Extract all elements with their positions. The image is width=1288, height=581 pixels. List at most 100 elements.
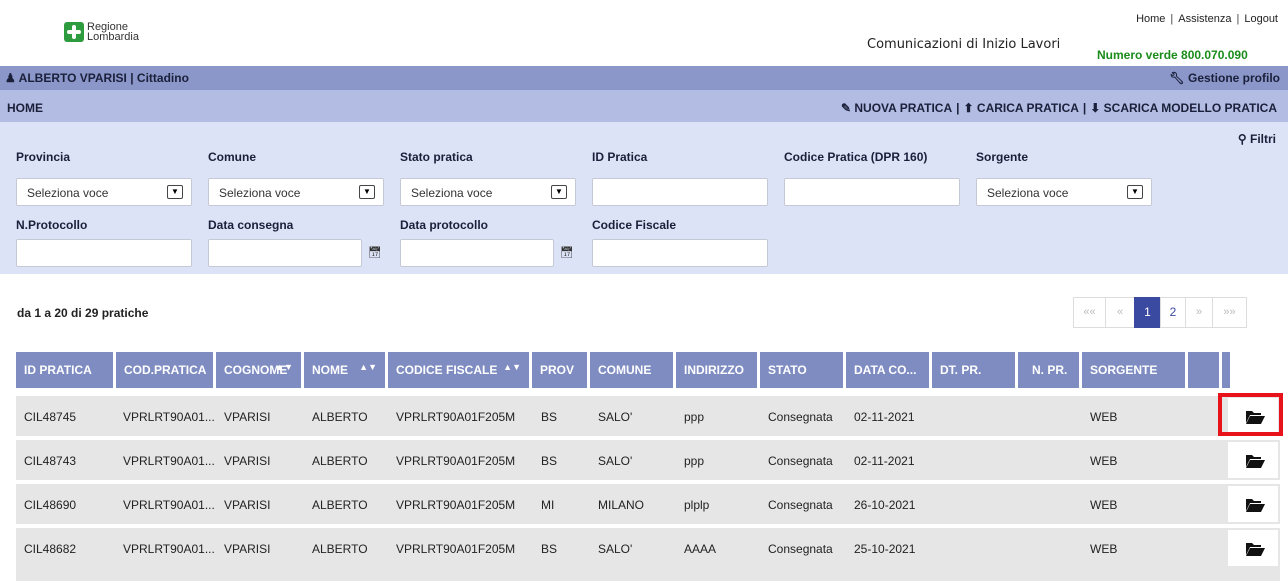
col-nome[interactable]: NOME ▲▼: [304, 352, 388, 388]
sort-icon: ▲▼: [359, 362, 377, 372]
assistenza-link[interactable]: Assistenza: [1178, 13, 1231, 25]
col-stato[interactable]: STATO: [760, 352, 846, 388]
codice-fiscale-input[interactable]: [592, 239, 768, 267]
col-comune[interactable]: COMUNE: [590, 352, 676, 388]
wrench-icon: 🔧︎: [1169, 71, 1185, 85]
col-n-pr[interactable]: N. PR.: [1018, 352, 1082, 388]
filtri-toggle[interactable]: ⚲ Filtri: [1238, 132, 1276, 146]
id-pratica-input[interactable]: [592, 178, 768, 206]
sorgente-select[interactable]: Seleziona voce ▼: [976, 178, 1152, 206]
user-icon: ♟: [5, 71, 16, 85]
col-dt-pr[interactable]: DT. PR.: [932, 352, 1018, 388]
pencil-icon: ✎: [840, 101, 852, 115]
cell-cognome: VPARISI: [224, 542, 271, 556]
cell-indirizzo: ppp: [684, 410, 705, 424]
cell-nome: ALBERTO: [312, 542, 368, 556]
logo-line2: Lombardia: [87, 31, 139, 43]
open-pratica-button[interactable]: [1228, 442, 1278, 478]
page-2-button[interactable]: 2: [1160, 297, 1186, 328]
phone-number: Numero verde 800.070.090: [1097, 48, 1248, 62]
folder-open-icon: [1246, 543, 1265, 556]
sort-icon: ▲▼: [275, 362, 293, 372]
provincia-select[interactable]: Seleziona voce ▼: [16, 178, 192, 206]
col-cognome[interactable]: COGNOME ▲▼: [216, 352, 304, 388]
cell-cod: VPRLRT90A01...: [123, 498, 215, 512]
data-protocollo-label: Data protocollo: [400, 218, 489, 232]
cell-cod: VPRLRT90A01...: [123, 410, 215, 424]
cell-data: 02-11-2021: [854, 410, 915, 424]
cell-stato: Consegnata: [768, 542, 833, 556]
col-prov[interactable]: PROV: [532, 352, 590, 388]
calendar-icon[interactable]: 📅︎: [560, 246, 574, 259]
table-row[interactable]: CIL48690 VPRLRT90A01... VPARISI ALBERTO …: [16, 484, 1280, 524]
results-count: da 1 a 20 di 29 pratiche: [17, 306, 149, 320]
provincia-label: Provincia: [16, 150, 71, 164]
protocollo-input[interactable]: [16, 239, 192, 267]
cell-cognome: VPARISI: [224, 454, 271, 468]
chevron-down-icon: ▼: [551, 185, 567, 199]
gestione-profilo-link[interactable]: 🔧︎ Gestione profilo: [1169, 71, 1280, 85]
cell-indirizzo: AAAA: [684, 542, 717, 556]
table-row[interactable]: CIL48682 VPRLRT90A01... VPARISI ALBERTO …: [16, 528, 1280, 581]
cell-cf: VPRLRT90A01F205M: [396, 454, 516, 468]
col-data-consegna[interactable]: DATA CO...: [846, 352, 932, 388]
open-pratica-button[interactable]: [1228, 486, 1278, 522]
stato-pratica-label: Stato pratica: [400, 150, 473, 164]
cell-prov: MI: [541, 498, 555, 512]
first-page-button[interactable]: ««: [1073, 297, 1106, 328]
codice-pratica-input[interactable]: [784, 178, 960, 206]
stato-pratica-select[interactable]: Seleziona voce ▼: [400, 178, 576, 206]
table-row[interactable]: CIL48745 VPRLRT90A01... VPARISI ALBERTO …: [16, 396, 1280, 436]
data-consegna-input[interactable]: [208, 239, 362, 267]
cell-prov: BS: [541, 410, 558, 424]
cell-comune: SALO': [598, 542, 633, 556]
logout-link[interactable]: Logout: [1244, 13, 1278, 25]
pagination: «« « 1 2 » »»: [1073, 297, 1247, 328]
cell-cod: VPRLRT90A01...: [123, 454, 215, 468]
cell-id: CIL48743: [24, 454, 77, 468]
codice-fiscale-label: Codice Fiscale: [592, 218, 677, 232]
calendar-icon[interactable]: 📅︎: [368, 246, 382, 259]
open-pratica-button[interactable]: [1228, 530, 1278, 566]
user-info: ♟ ALBERTO VPARISI | Cittadino: [5, 71, 189, 85]
col-sorgente[interactable]: SORGENTE: [1082, 352, 1188, 388]
cell-cognome: VPARISI: [224, 410, 271, 424]
lombardia-logo-icon: [64, 22, 84, 42]
col-codice-fiscale[interactable]: CODICE FISCALE ▲▼: [388, 352, 532, 388]
col-cod-pratica[interactable]: COD.PRATICA: [116, 352, 216, 388]
logo[interactable]: Regione Lombardia: [64, 22, 139, 43]
nav-bar: HOME ✎ NUOVA PRATICA | ⬆ CARICA PRATICA | ⬇ …: [0, 90, 1288, 122]
filter-panel: ⚲ Filtri Provincia Seleziona voce ▼ Comu…: [0, 122, 1288, 274]
cell-nome: ALBERTO: [312, 454, 368, 468]
cell-sorgente: WEB: [1090, 410, 1118, 424]
cell-id: CIL48745: [24, 410, 77, 424]
nuova-pratica-link[interactable]: ✎ NUOVA PRATICA: [841, 101, 952, 115]
page-1-button[interactable]: 1: [1134, 297, 1161, 328]
comune-label: Comune: [208, 150, 256, 164]
cell-prov: BS: [541, 542, 558, 556]
cell-cf: VPRLRT90A01F205M: [396, 410, 516, 424]
home-breadcrumb[interactable]: HOME: [7, 101, 43, 115]
cell-sorgente: WEB: [1090, 454, 1118, 468]
cell-sorgente: WEB: [1090, 498, 1118, 512]
col-indirizzo[interactable]: INDIRIZZO: [676, 352, 760, 388]
user-name: ALBERTO VPARISI | Cittadino: [18, 71, 189, 85]
download-icon: ⬇: [1090, 101, 1101, 115]
col-extra-2: [1222, 352, 1230, 388]
carica-pratica-link[interactable]: ⬆ CARICA PRATICA: [964, 101, 1079, 115]
col-extra-1: [1188, 352, 1222, 388]
next-page-button[interactable]: »: [1185, 297, 1213, 328]
action-links: ✎ NUOVA PRATICA | ⬆ CARICA PRATICA | ⬇ SCARI…: [840, 101, 1277, 115]
prev-page-button[interactable]: «: [1105, 297, 1135, 328]
chevron-down-icon: ▼: [359, 185, 375, 199]
table-row[interactable]: CIL48743 VPRLRT90A01... VPARISI ALBERTO …: [16, 440, 1280, 480]
app-title: Comunicazioni di Inizio Lavori: [867, 37, 1061, 52]
protocollo-label: N.Protocollo: [16, 218, 88, 232]
cell-data: 02-11-2021: [854, 454, 915, 468]
home-link[interactable]: Home: [1136, 13, 1165, 25]
col-id-pratica[interactable]: ID PRATICA: [16, 352, 116, 388]
comune-select[interactable]: Seleziona voce ▼: [208, 178, 384, 206]
last-page-button[interactable]: »»: [1212, 297, 1247, 328]
data-protocollo-input[interactable]: [400, 239, 554, 267]
scarica-modello-link[interactable]: ⬇ SCARICA MODELLO PRATICA: [1090, 101, 1277, 115]
